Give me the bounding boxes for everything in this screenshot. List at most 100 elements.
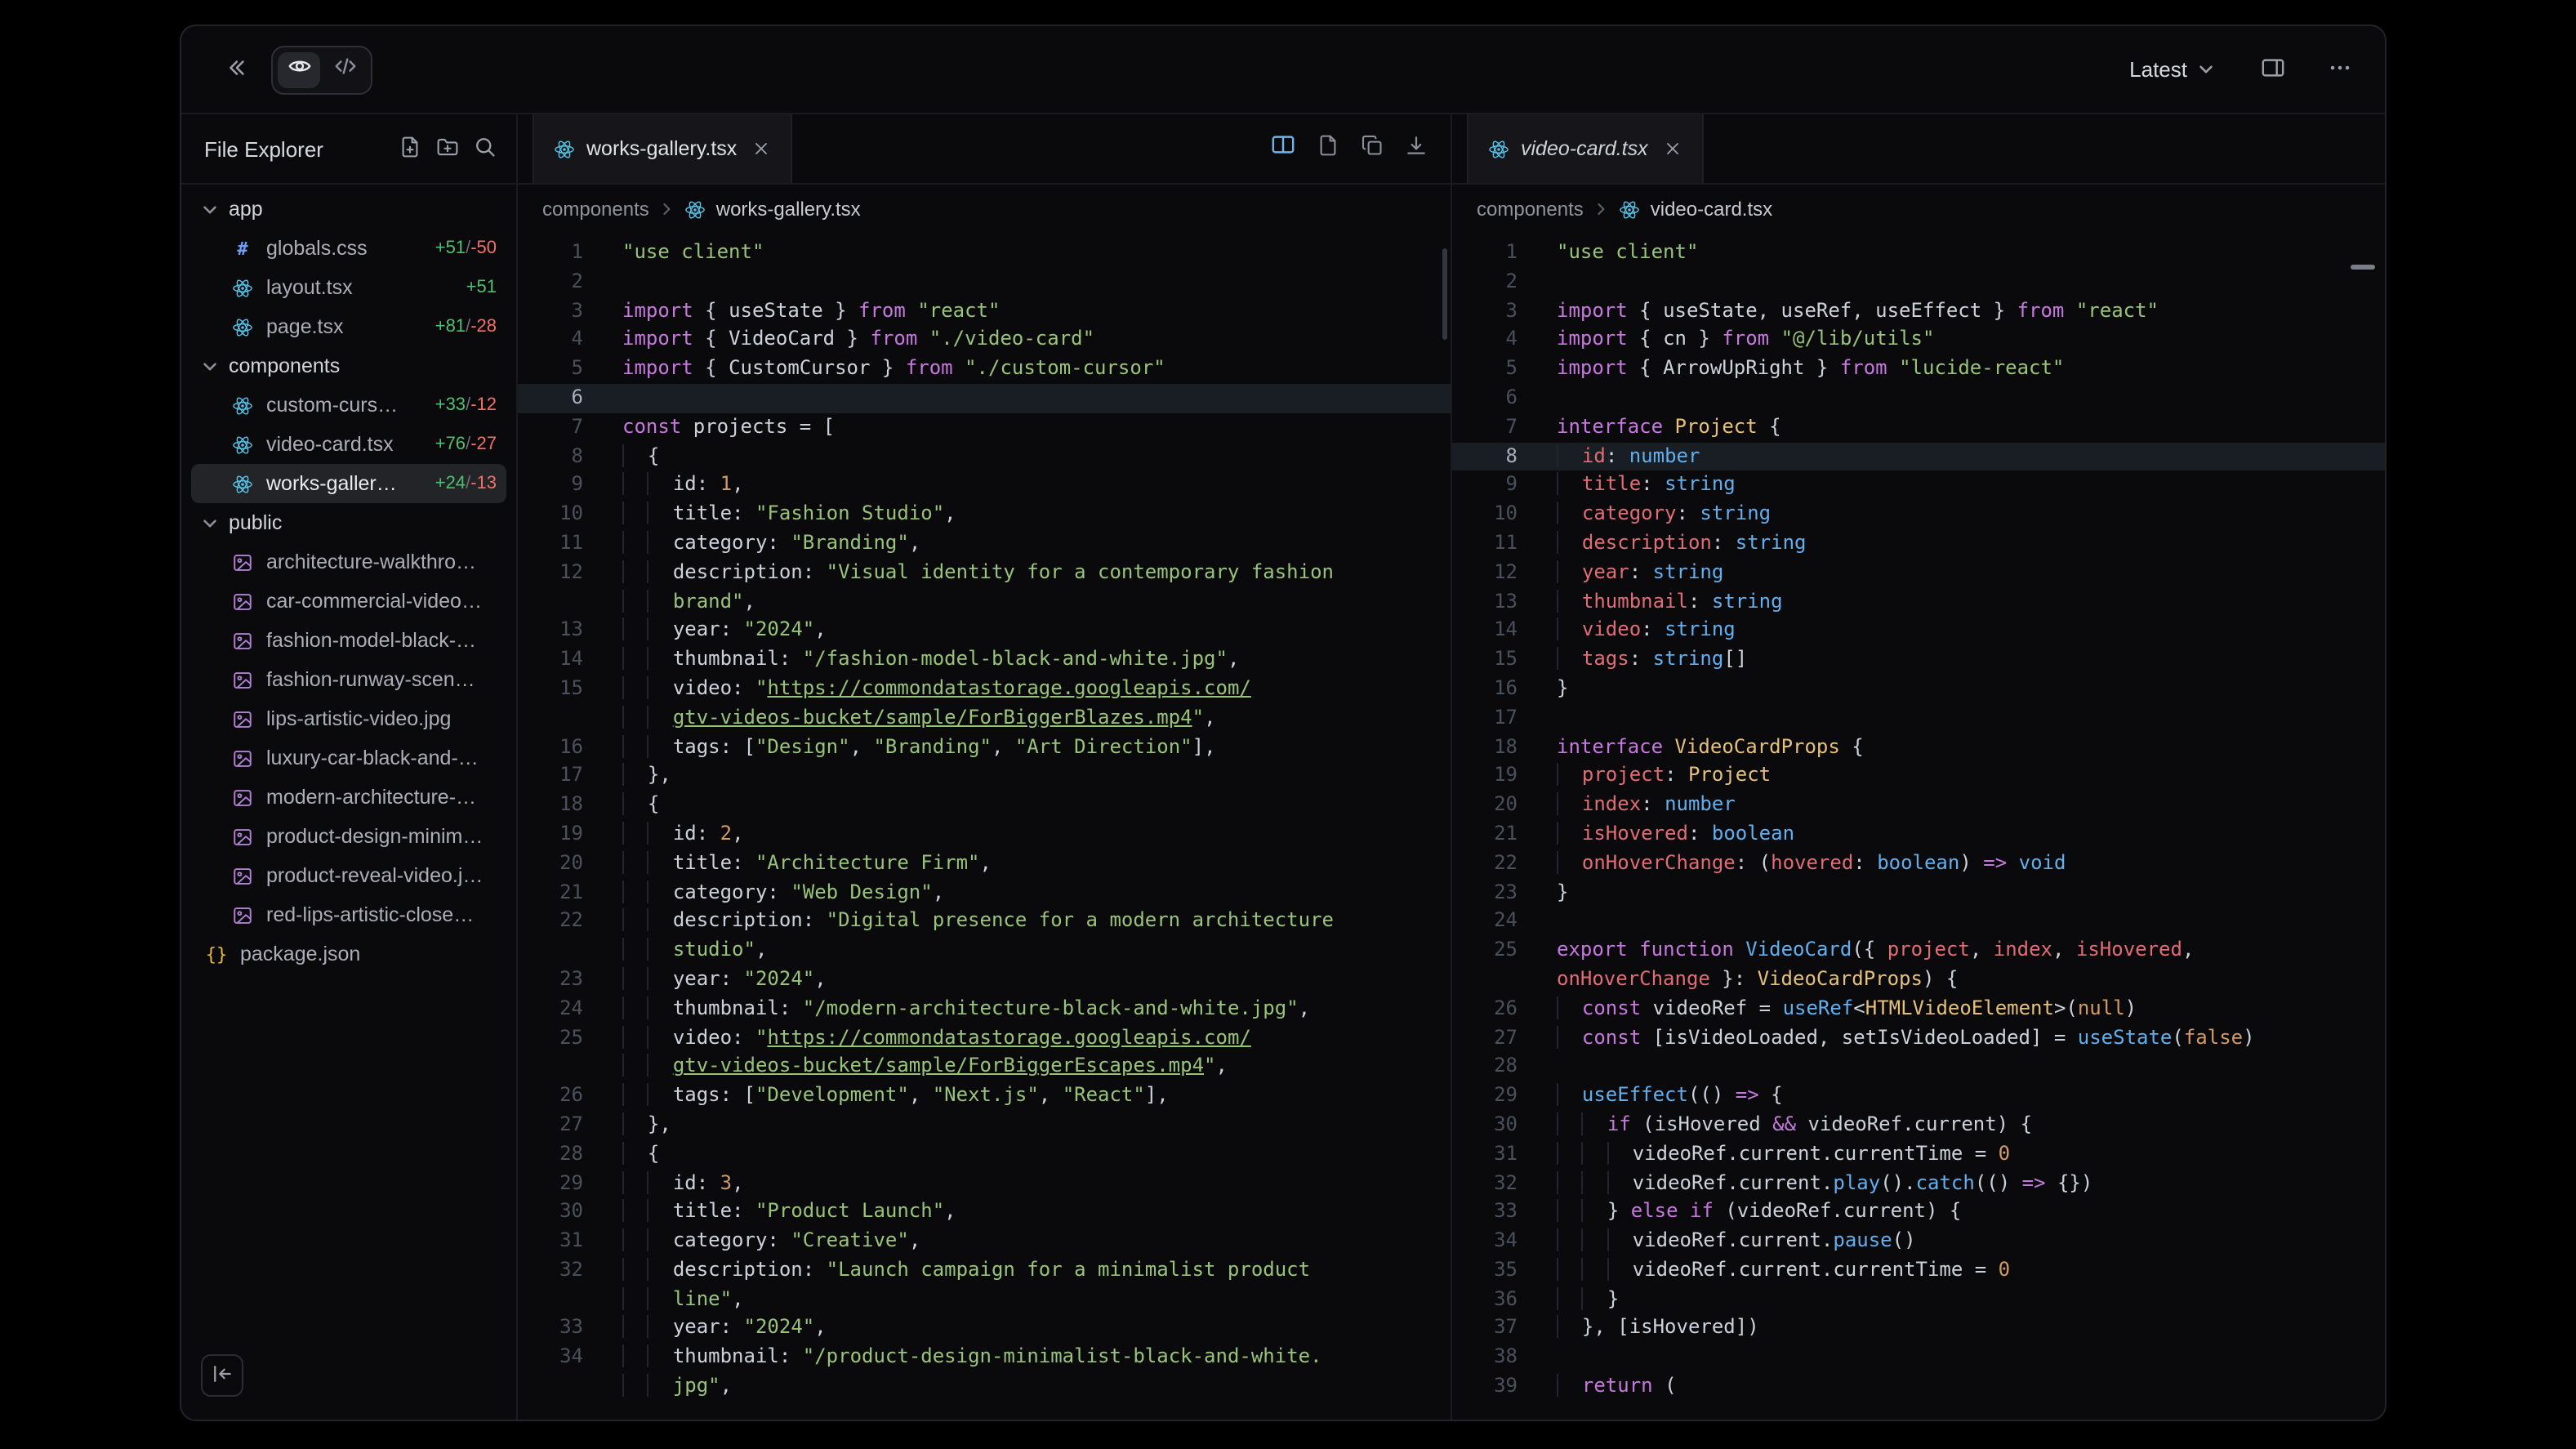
- tree-page.tsx[interactable]: page.tsx+81/-28: [191, 307, 506, 346]
- file-label: luxury-car-black-and-…: [266, 747, 497, 769]
- split-editor-icon[interactable]: [1271, 132, 1295, 165]
- code-line: 27 },: [518, 1111, 1451, 1140]
- line-number: 21: [518, 878, 583, 907]
- react-icon: [230, 473, 255, 494]
- preview-toggle-button[interactable]: [278, 51, 320, 87]
- file-label: layout.tsx: [266, 276, 453, 299]
- code-line: 7interface Project {: [1452, 413, 2385, 443]
- code-line: 5import { CustomCursor } from "./custom-…: [518, 354, 1451, 384]
- tree-fashion-runway-scen-[interactable]: fashion-runway-scen…: [191, 660, 506, 699]
- file-label: modern-architecture-…: [266, 786, 497, 809]
- code-line: 31 category: "Creative",: [518, 1227, 1451, 1256]
- line-number: [1452, 965, 1518, 995]
- code-editor-video-card[interactable]: 1"use client"23import { useState, useRef…: [1452, 234, 2385, 1420]
- tree-works-galler-[interactable]: works-galler…+24/-13: [191, 464, 506, 503]
- tab-works-gallery[interactable]: works-gallery.tsx: [533, 114, 792, 183]
- code-line: 3import { useState } from "react": [518, 296, 1451, 326]
- code-line: jpg",: [518, 1372, 1451, 1402]
- new-file-button[interactable]: [399, 135, 421, 163]
- code-line: 7const projects = [: [518, 413, 1451, 443]
- tree-modern-architecture-[interactable]: modern-architecture-…: [191, 778, 506, 817]
- line-number: 24: [1452, 907, 1518, 937]
- code-line: 29 useEffect(() => {: [1452, 1081, 2385, 1111]
- image-icon: [230, 551, 255, 573]
- tree-product-design-minim-[interactable]: product-design-minim…: [191, 817, 506, 856]
- tree-custom-curs-[interactable]: custom-curs…+33/-12: [191, 386, 506, 425]
- code-line: 15 tags: string[]: [1452, 645, 2385, 675]
- code-line: 34 videoRef.current.pause(): [1452, 1227, 2385, 1256]
- code-toggle-button[interactable]: [323, 51, 366, 87]
- chevron-down-icon: [201, 357, 219, 375]
- close-icon[interactable]: [1663, 139, 1682, 158]
- download-icon[interactable]: [1405, 133, 1428, 164]
- tree-fashion-model-black-[interactable]: fashion-model-black-…: [191, 621, 506, 660]
- tree-components[interactable]: components: [191, 346, 506, 386]
- code-line: 25 video: "https://commondatastorage.goo…: [518, 1023, 1451, 1053]
- line-number: 7: [518, 413, 583, 443]
- code-line: gtv-videos-bucket/sample/ForBiggerEscape…: [518, 1053, 1451, 1082]
- code-line: 20 title: "Architecture Firm",: [518, 849, 1451, 878]
- breadcrumb-folder[interactable]: components: [1477, 198, 1584, 221]
- tree-layout.tsx[interactable]: layout.tsx+51: [191, 268, 506, 307]
- line-number: 16: [1452, 675, 1518, 704]
- tree-lips-artistic-video.jpg[interactable]: lips-artistic-video.jpg: [191, 699, 506, 738]
- top-toolbar: Latest: [181, 26, 2385, 114]
- code-line: 29 id: 3,: [518, 1169, 1451, 1198]
- react-icon: [230, 316, 255, 337]
- tree-car-commercial-video-[interactable]: car-commercial-video…: [191, 582, 506, 621]
- tree-globals.css[interactable]: #globals.css+51/-50: [191, 229, 506, 268]
- code-editor-works-gallery[interactable]: 1"use client"23import { useState } from …: [518, 234, 1451, 1420]
- line-number: 12: [1452, 559, 1518, 588]
- more-options-button[interactable]: [2321, 48, 2359, 91]
- code-line: 20 index: number: [1452, 791, 2385, 820]
- code-line: 9 title: string: [1452, 471, 2385, 501]
- tree-package.json[interactable]: {}package.json: [191, 934, 506, 974]
- chevron-down-icon: [201, 514, 219, 532]
- close-icon[interactable]: [751, 139, 771, 158]
- latest-dropdown[interactable]: Latest: [2129, 57, 2225, 82]
- code-line: 30 if (isHovered && videoRef.current) {: [1452, 1111, 2385, 1140]
- code-line: 24: [1452, 907, 2385, 937]
- breadcrumb-folder[interactable]: components: [542, 198, 649, 221]
- tree-luxury-car-black-and-[interactable]: luxury-car-black-and-…: [191, 738, 506, 778]
- code-line: 33 year: "2024",: [518, 1314, 1451, 1344]
- layout-panel-button[interactable]: [2254, 48, 2292, 91]
- tree-app[interactable]: app: [191, 189, 506, 229]
- tree-red-lips-artistic-close-[interactable]: red-lips-artistic-close…: [191, 895, 506, 934]
- tree-video-card.tsx[interactable]: video-card.tsx+76/-27: [191, 425, 506, 464]
- eye-icon: [287, 53, 311, 86]
- code-line: 18 {: [518, 791, 1451, 820]
- breadcrumb-file[interactable]: video-card.tsx: [1651, 198, 1772, 221]
- line-number: 4: [518, 326, 583, 355]
- code-line: line",: [518, 1285, 1451, 1314]
- line-number: 8: [1452, 442, 1518, 471]
- image-icon: [230, 708, 255, 729]
- tree-public[interactable]: public: [191, 503, 506, 542]
- file-label: lips-artistic-video.jpg: [266, 707, 497, 730]
- sidebar-footer: [181, 1354, 516, 1420]
- breadcrumb-file[interactable]: works-gallery.tsx: [716, 198, 861, 221]
- line-number: 17: [518, 762, 583, 791]
- scrollbar-thumb[interactable]: [2351, 265, 2375, 270]
- tree-product-reveal-video.j-[interactable]: product-reveal-video.j…: [191, 856, 506, 895]
- tree-architecture-walkthro-[interactable]: architecture-walkthro…: [191, 542, 506, 582]
- code-line: 26 const videoRef = useRef<HTMLVideoElem…: [1452, 994, 2385, 1023]
- breadcrumb: components works-gallery.tsx: [518, 185, 1451, 234]
- line-number: [518, 704, 583, 733]
- line-number: 8: [518, 442, 583, 471]
- code-line: 11 description: string: [1452, 529, 2385, 559]
- new-folder-button[interactable]: [436, 135, 459, 163]
- react-icon: [554, 138, 575, 159]
- line-number: 33: [518, 1314, 583, 1344]
- search-button[interactable]: [474, 135, 497, 163]
- file-icon[interactable]: [1317, 133, 1339, 164]
- line-number: 2: [1452, 268, 1518, 297]
- collapse-sidebar-button[interactable]: [201, 1354, 243, 1397]
- tab-video-card[interactable]: video-card.tsx: [1467, 114, 1704, 183]
- line-number: 18: [1452, 733, 1518, 762]
- collapse-panel-button[interactable]: [217, 48, 255, 91]
- line-number: 23: [1452, 878, 1518, 907]
- scrollbar-thumb[interactable]: [1442, 248, 1447, 340]
- react-icon: [230, 434, 255, 455]
- copy-icon[interactable]: [1361, 133, 1384, 164]
